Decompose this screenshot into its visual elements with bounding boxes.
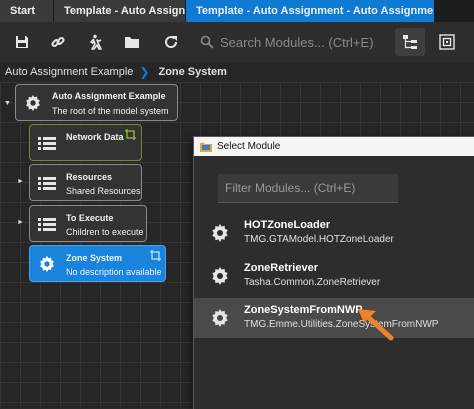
select-module-dialog: Select Module Filter Modules... (Ctrl+E)… [193, 136, 474, 409]
tab-start[interactable]: Start [0, 0, 54, 22]
node-resources[interactable]: Resources Shared Resources [29, 164, 142, 201]
tab-bar: Start Template - Auto Assignment × Templ… [0, 0, 474, 22]
tab-template-auto-assignment[interactable]: Template - Auto Assignment × [54, 0, 186, 22]
node-description: Children to execute [66, 227, 144, 237]
tree-view-button[interactable] [395, 28, 425, 56]
filter-modules-input[interactable]: Filter Modules... (Ctrl+E) [218, 174, 398, 203]
refresh-button[interactable] [161, 32, 181, 52]
chevron-right-icon: ❯ [139, 65, 150, 79]
collapse-icon[interactable]: ▼ [4, 100, 11, 107]
search-placeholder: Search Modules... (Ctrl+E) [220, 34, 374, 50]
tab-bar-filler [434, 0, 474, 22]
module-description: TMG.GTAModel.HOTZoneLoader [244, 234, 394, 245]
breadcrumb-item-auto-assignment-example[interactable]: Auto Assignment Example [0, 66, 133, 78]
node-to-execute[interactable]: To Execute Children to execute [29, 205, 147, 242]
link-icon [51, 36, 65, 48]
node-description: The root of the model system [52, 106, 169, 116]
module-item-zoneretriever[interactable]: ZoneRetriever Tasha.Common.ZoneRetriever [194, 256, 474, 296]
arrow-annotation-icon [358, 309, 394, 341]
tree-view-icon [403, 35, 417, 49]
run-button[interactable] [84, 32, 104, 52]
filter-placeholder: Filter Modules... (Ctrl+E) [225, 181, 356, 195]
save-icon [16, 36, 28, 48]
node-network-data[interactable]: Network Data [29, 124, 142, 161]
open-folder-button[interactable] [122, 32, 142, 52]
node-title: Resources [66, 172, 113, 182]
expand-icon[interactable]: ► [17, 219, 24, 226]
gear-icon [40, 255, 54, 273]
node-title: To Execute [66, 213, 114, 223]
module-name: HOTZoneLoader [244, 219, 331, 231]
node-title: Zone System [66, 253, 123, 263]
link-button[interactable] [48, 32, 68, 52]
breadcrumb-item-zone-system[interactable]: Zone System [153, 66, 226, 78]
module-item-zonesystemfromnwp[interactable]: ZoneSystemFromNWP TMG.Emme.Utilities.Zon… [194, 298, 474, 338]
tab-label: Start [10, 5, 36, 17]
list-icon [38, 177, 56, 190]
module-name: ZoneSystemFromNWP [244, 304, 363, 316]
gear-icon [212, 224, 228, 242]
node-title: Auto Assignment Example [52, 91, 166, 101]
crop-icon[interactable] [125, 129, 136, 140]
module-description: TMG.Emme.Utilities.ZoneSystemFromNWP [244, 319, 439, 330]
tab-auto-assignment-example[interactable]: Template - Auto Assignment - Auto Assign… [186, 0, 434, 22]
dialog-title: Select Module [217, 141, 281, 152]
list-icon [38, 218, 56, 231]
crop-icon[interactable] [150, 250, 161, 261]
expand-icon[interactable]: ► [17, 178, 24, 185]
layout-icon [439, 34, 455, 50]
node-description: Shared Resources [66, 186, 141, 196]
module-description: Tasha.Common.ZoneRetriever [244, 277, 381, 288]
list-icon [38, 137, 56, 150]
search-icon [200, 35, 214, 49]
dialog-titlebar[interactable]: Select Module [194, 137, 474, 156]
open-folder-icon [125, 37, 139, 48]
node-description: No description available [66, 267, 162, 277]
module-item-hotzoneloader[interactable]: HOTZoneLoader TMG.GTAModel.HOTZoneLoader [194, 213, 474, 253]
node-title: Network Data [66, 132, 124, 142]
gear-icon [212, 309, 228, 327]
search-modules-input[interactable]: Search Modules... (Ctrl+E) [200, 31, 380, 53]
tab-label: Template - Auto Assignment - Auto Assign… [196, 5, 434, 17]
node-auto-assignment-example[interactable]: Auto Assignment Example The root of the … [15, 84, 178, 121]
module-name: ZoneRetriever [244, 262, 318, 274]
run-icon [90, 34, 102, 50]
gear-icon [212, 267, 228, 285]
app-icon [200, 143, 212, 152]
node-zone-system[interactable]: Zone System No description available [29, 245, 166, 282]
save-button[interactable] [12, 32, 32, 52]
toolbar: Search Modules... (Ctrl+E) [0, 22, 474, 63]
layout-button[interactable] [432, 28, 462, 56]
breadcrumb: Auto Assignment Example ❯ Zone System [0, 62, 474, 82]
gear-icon [26, 94, 40, 112]
tab-label: Template - Auto Assignment [64, 5, 186, 17]
refresh-icon [165, 36, 178, 49]
